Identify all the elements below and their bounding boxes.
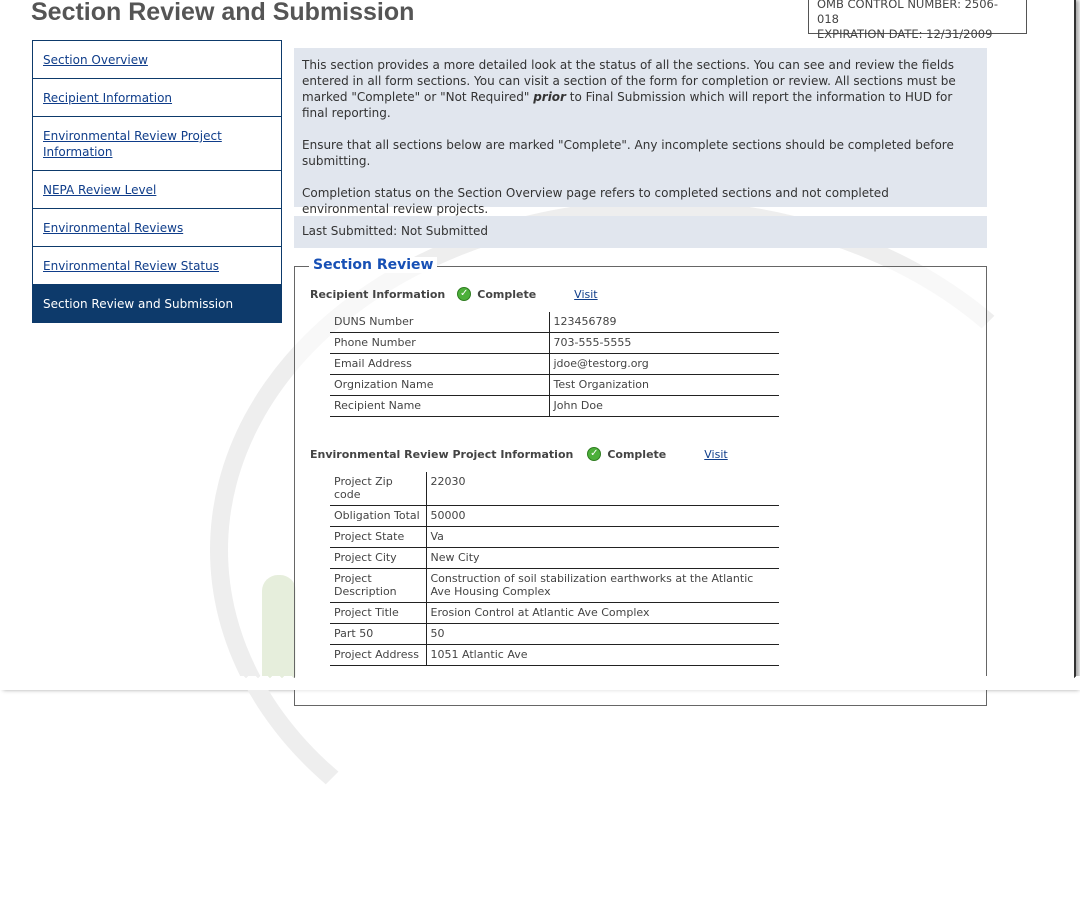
sidebar-item-environmental-reviews[interactable]: Environmental Reviews [32,209,282,247]
field-value: 1051 Atlantic Ave [426,644,779,666]
field-label: Recipient Name [330,395,550,417]
project-fields-table: Project Zip code 22030 Obligation Total 50… [330,472,779,666]
table-row: Obligation Total 50000 [330,505,779,527]
check-complete-icon: ✓ [587,447,602,461]
sidebar-link-environmental-review-status[interactable]: Environmental Review Status [43,259,219,273]
instructions-emphasis: prior [533,90,566,104]
field-value: John Doe [549,395,779,417]
table-row: Project Zip code 22030 [330,472,779,506]
field-label: Orgnization Name [330,374,550,396]
visit-recipient-link[interactable]: Visit [574,288,597,301]
sidebar-item-section-overview[interactable]: Section Overview [32,40,282,79]
instructions-paragraph-1: This section provides a more detailed lo… [302,57,979,121]
table-row: Project Address 1051 Atlantic Ave [330,644,779,666]
table-row: Part 50 50 [330,623,779,645]
table-row: Orgnization Name Test Organization [330,374,779,396]
table-row: Recipient Name John Doe [330,395,779,417]
section-status: Complete [607,447,667,461]
section-status: Complete [477,287,537,301]
field-value: 50 [426,623,779,645]
omb-info-box: OMB CONTROL NUMBER: 2506-018 EXPIRATION … [808,0,1027,41]
field-value: 22030 [426,472,779,506]
field-label: Obligation Total [330,505,427,527]
table-row: Project Title Erosion Control at Atlantic… [330,602,779,624]
watermark-leaf [262,575,296,690]
field-value: 123456789 [549,312,779,333]
table-row: Project Description Construction of soil … [330,568,779,603]
field-label: Project Zip code [330,472,427,506]
field-value: Va [426,526,779,548]
sidebar-link-recipient-information[interactable]: Recipient Information [43,91,172,105]
omb-expiration-date: EXPIRATION DATE: 12/31/2009 [817,27,993,41]
sidebar-item-section-review-active[interactable]: Section Review and Submission [32,285,282,323]
field-label: Project Address [330,644,427,666]
field-value: Construction of soil stabilization earth… [426,568,779,603]
sidebar-link-project-information[interactable]: Environmental Review Project Information [43,129,222,159]
check-complete-icon: ✓ [457,287,472,301]
field-label: Phone Number [330,332,550,354]
table-row: Phone Number 703-555-5555 [330,332,779,354]
instructions-paragraph-2: Ensure that all sections below are marke… [302,138,954,168]
section-title: Environmental Review Project Information [310,447,574,461]
field-value: Test Organization [549,374,779,396]
section-header-project-information: Environmental Review Project Information… [310,445,728,463]
instructions-paragraph-3: Completion status on the Section Overvie… [302,186,889,216]
sidebar-link-environmental-reviews[interactable]: Environmental Reviews [43,221,183,235]
section-title: Recipient Information [310,287,446,301]
field-value: jdoe@testorg.org [549,353,779,375]
sidebar-item-nepa-review-level[interactable]: NEPA Review Level [32,171,282,209]
field-label: DUNS Number [330,312,550,333]
sidebar-item-project-information[interactable]: Environmental Review Project Information [32,117,282,171]
section-review-legend: Section Review [309,257,438,273]
last-submitted-status: Last Submitted: Not Submitted [294,216,987,248]
sidebar-link-nepa-review-level[interactable]: NEPA Review Level [43,183,156,197]
table-row: Project City New City [330,547,779,569]
field-label: Project Title [330,602,427,624]
recipient-fields-table: DUNS Number 123456789 Phone Number 703-555… [330,312,779,417]
visit-project-information-link[interactable]: Visit [704,448,727,461]
section-header-recipient: Recipient Information ✓ Complete Visit [310,285,598,303]
table-row: Email Address jdoe@testorg.org [330,353,779,375]
field-value: New City [426,547,779,569]
page-title: Section Review and Submission [31,0,415,26]
torn-edge [0,676,1080,690]
sidebar-link-section-overview[interactable]: Section Overview [43,53,148,67]
sidebar-item-recipient-information[interactable]: Recipient Information [32,79,282,117]
field-label: Part 50 [330,623,427,645]
section-review-fieldset: Section Review Recipient Information ✓ C… [294,257,987,706]
field-value: Erosion Control at Atlantic Ave Complex [426,602,779,624]
table-row: DUNS Number 123456789 [330,312,779,333]
sidebar-nav: Section Overview Recipient Information E… [32,40,282,323]
omb-control-number: OMB CONTROL NUMBER: 2506-018 [817,0,999,26]
sidebar-item-environmental-review-status[interactable]: Environmental Review Status [32,247,282,285]
field-value: 703-555-5555 [549,332,779,354]
field-value: 50000 [426,505,779,527]
sidebar-label-section-review: Section Review and Submission [43,297,234,311]
field-label: Project State [330,526,427,548]
table-row: Project State Va [330,526,779,548]
field-label: Project City [330,547,427,569]
field-label: Email Address [330,353,550,375]
instructions-panel: This section provides a more detailed lo… [294,48,987,216]
field-label: Project Description [330,568,427,603]
